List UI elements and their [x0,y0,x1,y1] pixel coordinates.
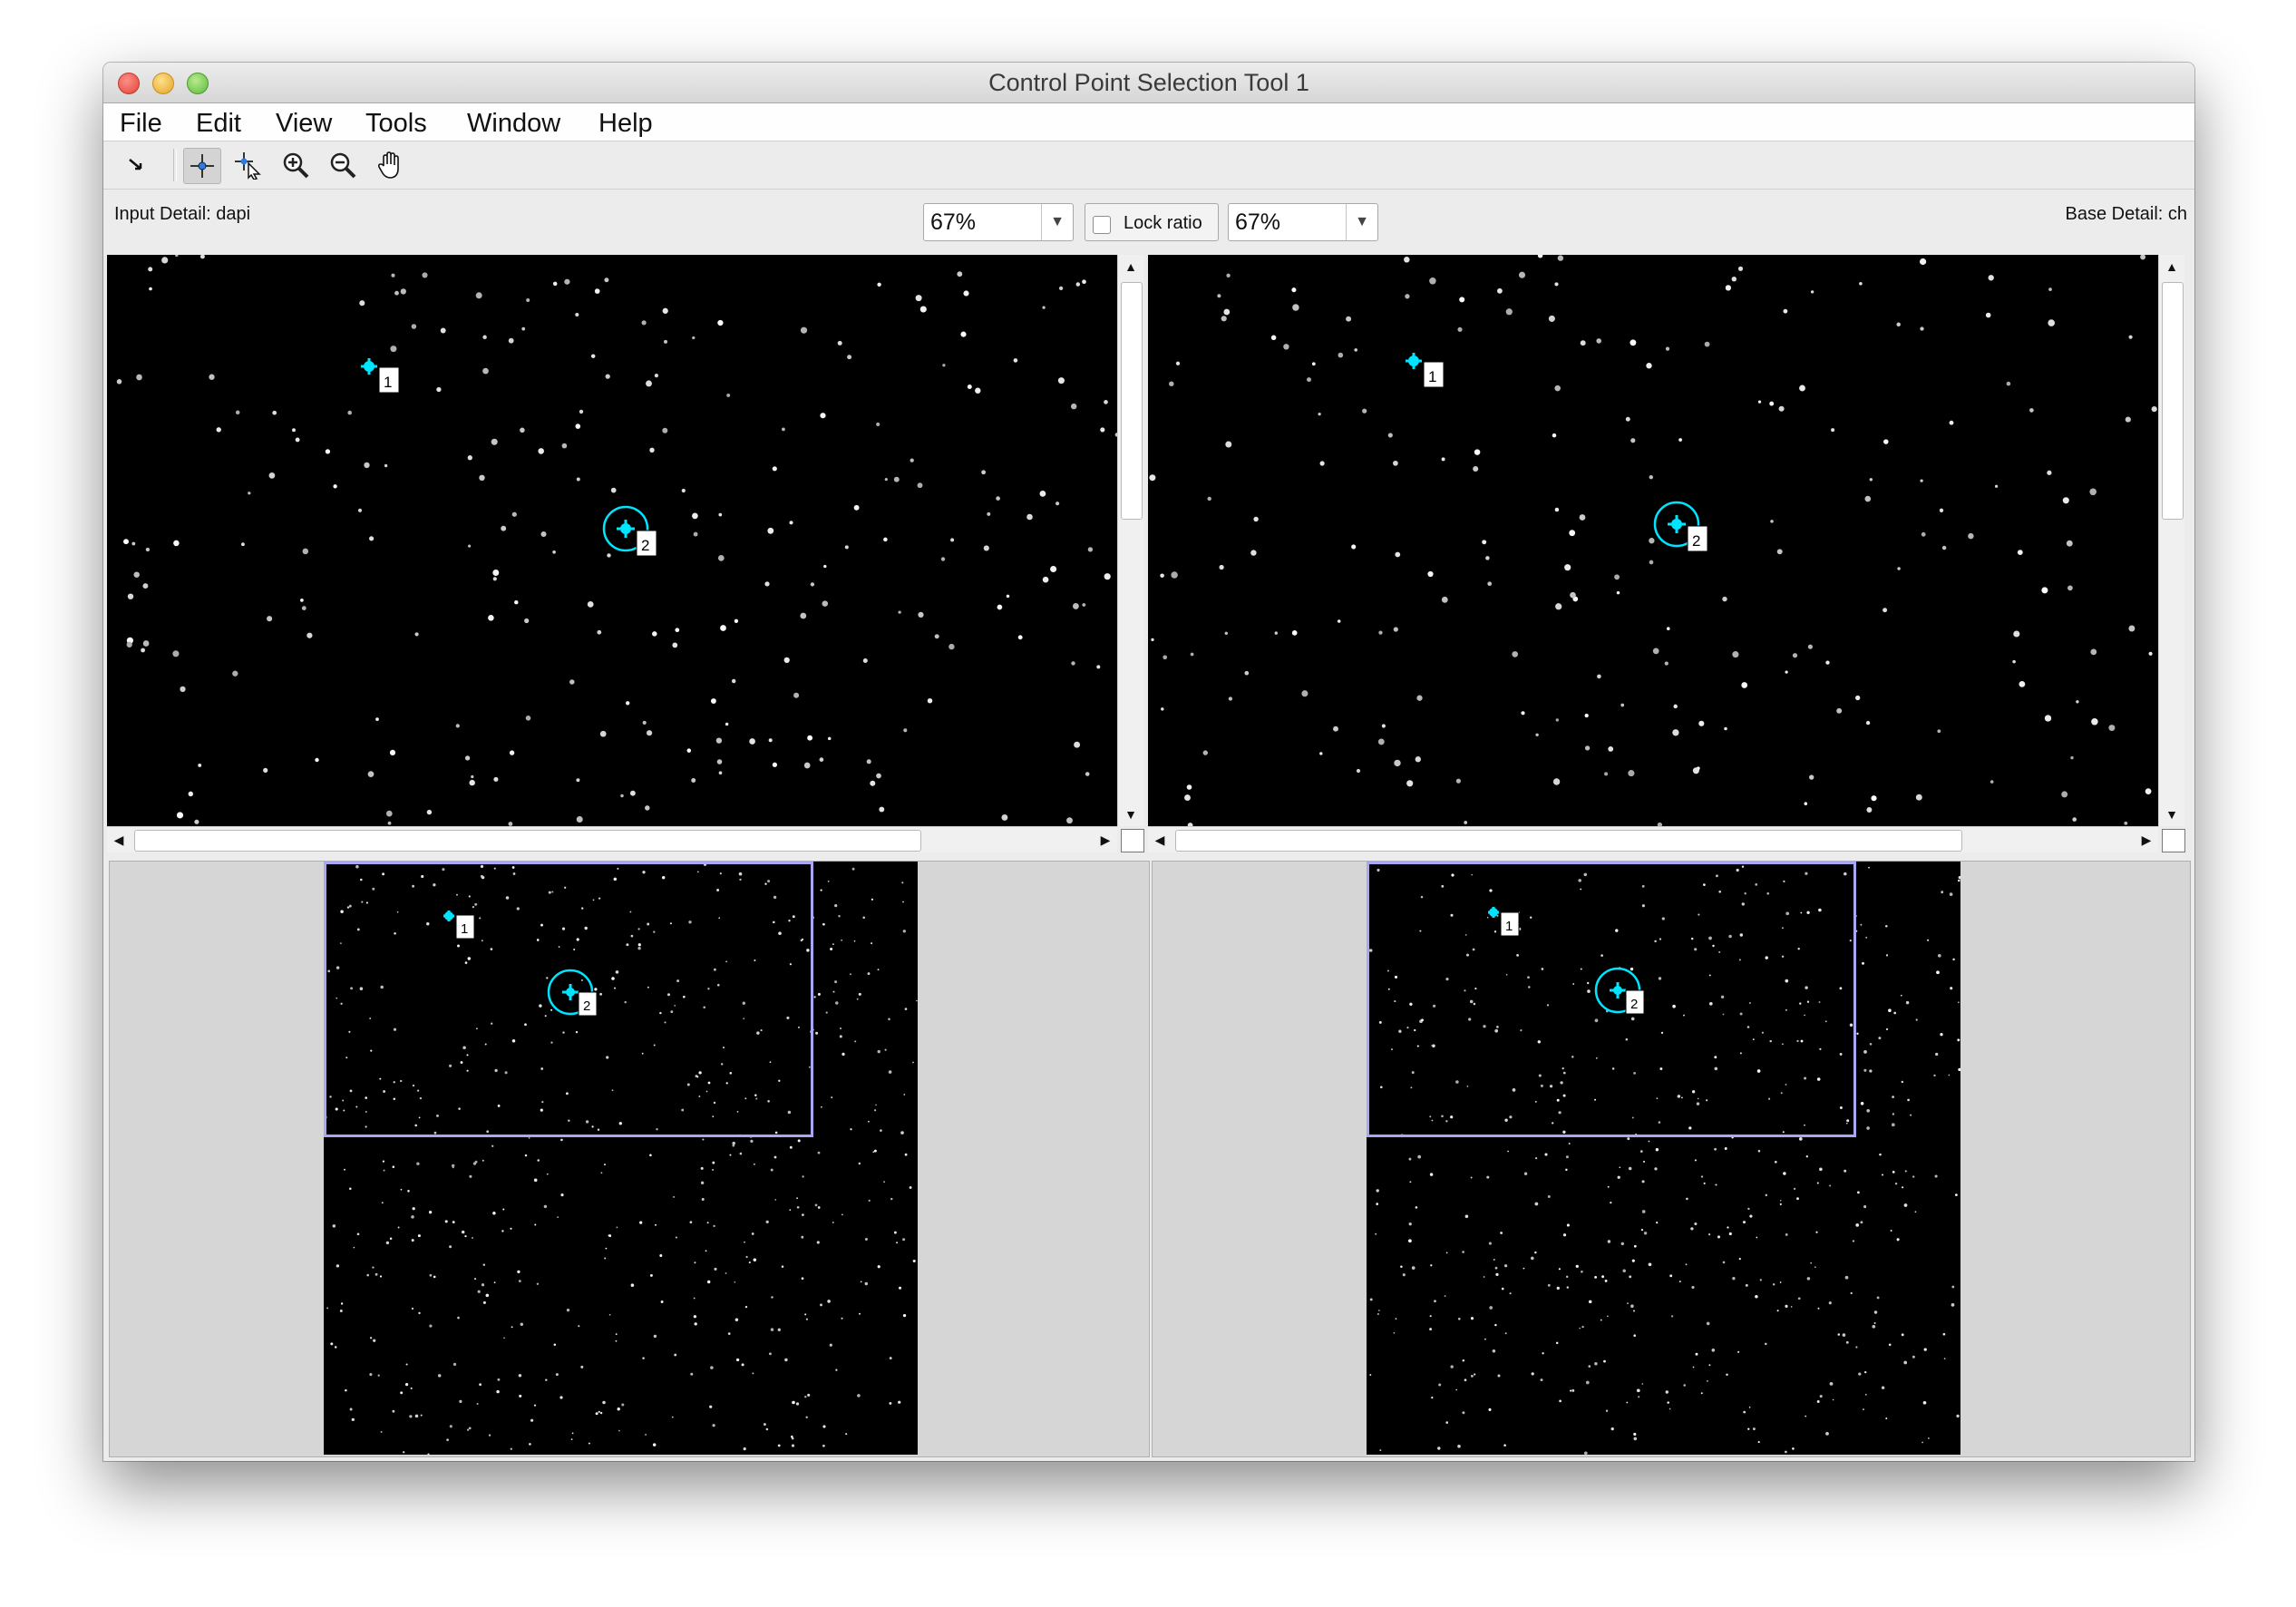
scroll-up-icon[interactable]: ▲ [1121,257,1141,277]
input-detail-horizontal-scrollbar[interactable]: ◀ ▶ [107,826,1117,852]
base-detail-vertical-scrollbar[interactable]: ▲ ▼ [2158,255,2184,826]
input-view-rectangle[interactable] [324,862,813,1137]
detail-controls-bar: Input Detail: dapi 67% ▼ Lock ratio 67% … [103,190,2194,253]
select-point-button[interactable] [230,148,267,182]
vertical-scroll-thumb[interactable] [1121,282,1143,520]
menu-help[interactable]: Help [598,109,653,139]
zoom-out-icon [330,152,356,179]
control-point-2[interactable]: 2 [1653,501,1708,552]
lock-ratio-checkbox[interactable] [1093,216,1111,234]
input-detail-markers: 1 2 [361,358,657,557]
toolbar [103,141,2194,190]
control-point-1[interactable]: 1 [361,358,400,394]
scroll-right-icon[interactable]: ▶ [2136,830,2156,850]
horizontal-scroll-thumb[interactable] [1175,830,1962,852]
base-overview-pane: 1 2 [1152,861,2191,1457]
base-detail-markers: 1 2 [1406,353,1708,552]
zoom-in-button[interactable] [277,148,314,182]
scroll-left-icon[interactable]: ◀ [109,830,129,850]
base-detail-horizontal-scrollbar[interactable]: ◀ ▶ [1148,826,2158,852]
vertical-scroll-thumb[interactable] [2162,282,2184,520]
add-point-button[interactable] [183,148,221,184]
base-zoom-value: 67% [1235,209,1281,235]
scroll-down-icon[interactable]: ▼ [2162,804,2182,824]
svg-text:1: 1 [1428,368,1436,385]
base-view-rectangle[interactable] [1367,862,1856,1137]
base-detail-image[interactable]: 1 2 [1148,255,2158,826]
control-point-window: Control Point Selection Tool 1 File Edit… [103,63,2194,1461]
input-zoom-value: 67% [930,209,977,235]
scroll-corner [1121,829,1144,852]
horizontal-scroll-thumb[interactable] [134,830,921,852]
scroll-right-icon[interactable]: ▶ [1095,830,1115,850]
pan-button[interactable] [372,148,408,182]
input-detail-vertical-scrollbar[interactable]: ▲ ▼ [1117,255,1143,826]
select-point-icon [235,152,261,180]
base-zoom-combo[interactable]: 67% ▼ [1228,203,1378,241]
zoom-in-icon [283,152,309,179]
svg-text:1: 1 [384,374,392,391]
window-title: Control Point Selection Tool 1 [988,69,1309,96]
menu-window[interactable]: Window [467,109,560,139]
add-point-icon [190,154,214,178]
title-bar: Control Point Selection Tool 1 [103,63,2194,103]
input-overview-image[interactable]: 1 2 [324,862,918,1455]
input-overview-pane: 1 2 [109,861,1150,1457]
control-point-1[interactable]: 1 [1406,353,1445,388]
menu-bar: File Edit View Tools Window Help [103,103,2194,141]
lock-ratio-control[interactable]: Lock ratio [1085,203,1219,241]
menu-file[interactable]: File [120,109,162,139]
arrow-tool-icon [129,159,142,170]
zoom-out-button[interactable] [325,148,361,182]
chevron-down-icon[interactable]: ▼ [1346,204,1377,240]
input-detail-image[interactable]: 1 2 [107,255,1117,826]
svg-text:2: 2 [1692,532,1700,550]
svg-text:2: 2 [641,537,649,554]
input-zoom-combo[interactable]: 67% ▼ [923,203,1074,241]
lock-ratio-label: Lock ratio [1124,213,1202,233]
scroll-up-icon[interactable]: ▲ [2162,257,2182,277]
toolbar-separator [173,149,177,181]
menu-edit[interactable]: Edit [196,109,241,139]
control-point-2[interactable]: 2 [602,505,657,557]
scroll-left-icon[interactable]: ◀ [1150,830,1170,850]
chevron-down-icon[interactable]: ▼ [1041,204,1073,240]
scroll-corner [2162,829,2185,852]
base-detail-label: Base Detail: ch [2065,204,2187,224]
scroll-down-icon[interactable]: ▼ [1121,804,1141,824]
base-overview-image[interactable]: 1 2 [1367,862,1960,1455]
arrow-tool-button[interactable] [118,148,154,182]
menu-tools[interactable]: Tools [365,109,427,139]
menu-view[interactable]: View [276,109,332,139]
pan-hand-icon [377,151,399,179]
input-detail-label: Input Detail: dapi [114,204,251,224]
